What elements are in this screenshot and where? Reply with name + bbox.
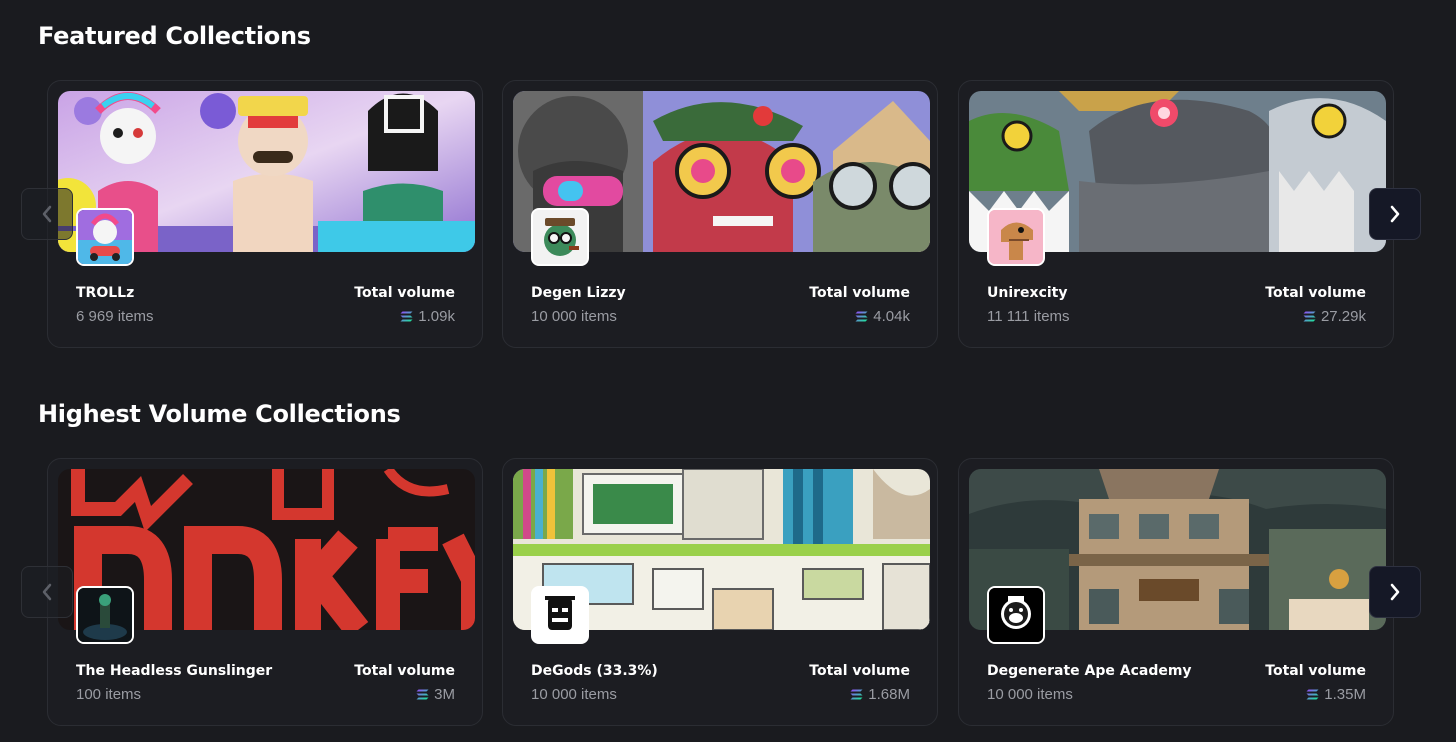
total-volume-label: Total volume [1265,663,1366,679]
collection-item-count: 10 000 items [531,308,617,325]
chevron-left-icon [42,583,52,601]
collection-avatar [987,208,1045,266]
volume-amount: 27.29k [1320,308,1366,325]
carousel-next-button[interactable] [1369,188,1421,240]
volume-amount: 4.04k [873,308,910,325]
volume-amount: 3M [434,686,455,703]
solana-icon [416,689,429,700]
solana-icon [400,311,413,322]
collection-card-headless-gunslinger[interactable]: The Headless Gunslinger 100 items Total … [47,458,483,726]
total-volume-label: Total volume [1265,285,1366,301]
total-volume-value: 1.35M [1306,686,1366,703]
volume-amount: 1.09k [418,308,455,325]
section-title: Highest Volume Collections [38,400,401,428]
collection-name: TROLLz [76,285,135,301]
collection-name: Degen Lizzy [531,285,626,301]
highest-volume-collections-section: Highest Volume Collections The Headless … [0,378,1456,742]
carousel-next-button[interactable] [1369,566,1421,618]
total-volume-value: 3M [416,686,455,703]
solana-icon [1306,689,1319,700]
total-volume-label: Total volume [809,663,910,679]
volume-amount: 1.35M [1324,686,1366,703]
collection-item-count: 10 000 items [531,686,617,703]
collection-avatar [76,586,134,644]
collection-card-unirexcity[interactable]: Unirexcity 11 111 items Total volume 27.… [958,80,1394,348]
chevron-right-icon [1390,583,1400,601]
section-title: Featured Collections [38,22,311,50]
collection-card-trollz[interactable]: TROLLz 6 969 items Total volume 1.09k [47,80,483,348]
collection-item-count: 100 items [76,686,142,703]
total-volume-label: Total volume [809,285,910,301]
featured-collections-section: Featured Collections TROLLz 6 969 items … [0,0,1456,370]
collection-avatar [76,208,134,266]
total-volume-value: 1.68M [850,686,910,703]
collection-avatar [531,586,589,644]
volume-amount: 1.68M [868,686,910,703]
solana-icon [855,311,868,322]
solana-icon [850,689,863,700]
collection-item-count: 10 000 items [987,686,1073,703]
collection-name: The Headless Gunslinger [76,663,273,679]
chevron-right-icon [1390,205,1400,223]
total-volume-value: 1.09k [400,308,455,325]
total-volume-value: 27.29k [1303,308,1366,325]
solana-icon [1303,311,1316,322]
collection-avatar [531,208,589,266]
carousel-prev-button[interactable] [21,566,73,618]
chevron-left-icon [42,205,52,223]
collection-card-degenerate-ape-academy[interactable]: Degenerate Ape Academy 10 000 items Tota… [958,458,1394,726]
collection-name: Degenerate Ape Academy [987,663,1192,679]
collection-avatar [987,586,1045,644]
collection-item-count: 11 111 items [987,308,1070,325]
collection-item-count: 6 969 items [76,308,154,325]
collection-name: Unirexcity [987,285,1068,301]
total-volume-label: Total volume [354,663,455,679]
collection-name: DeGods (33.3%) [531,663,658,679]
total-volume-value: 4.04k [855,308,910,325]
collection-card-degen-lizzy[interactable]: Degen Lizzy 10 000 items Total volume 4.… [502,80,938,348]
carousel-prev-button[interactable] [21,188,73,240]
total-volume-label: Total volume [354,285,455,301]
collection-card-degods[interactable]: DeGods (33.3%) 10 000 items Total volume… [502,458,938,726]
